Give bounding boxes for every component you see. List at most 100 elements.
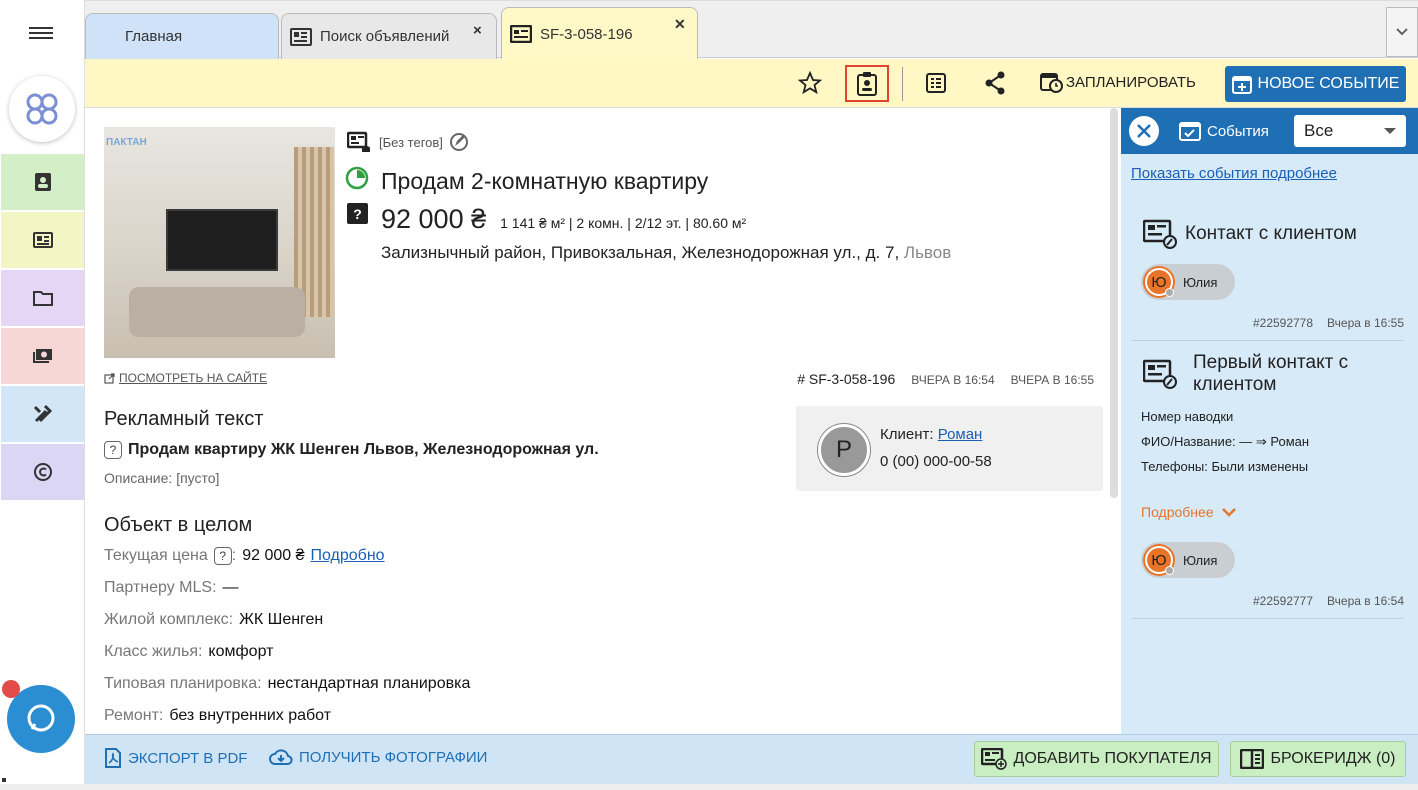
listing-photo[interactable]: ПАКТАН [104, 127, 335, 358]
price-details-link[interactable]: Подробно [310, 547, 384, 565]
event-id: #22592778 [1252, 316, 1314, 330]
new-event-button[interactable]: НОВОЕ СОБЫТИЕ [1225, 66, 1406, 102]
tab-search-close[interactable]: × [473, 22, 482, 39]
row-label: Текущая цена [104, 547, 208, 564]
photo-sofa [129, 287, 305, 337]
client-label-text: Клиент: [880, 426, 934, 443]
user-avatar: Ю [1145, 546, 1174, 575]
row-label: Партнеру MLS: [104, 579, 217, 596]
row-value: ЖК Шенген [239, 611, 324, 628]
cloud-download-icon [269, 748, 299, 766]
calendar-check-icon [1179, 121, 1207, 141]
tab-listing-close[interactable]: ✕ [674, 16, 686, 33]
tab-listing-label: SF-3-058-196 [540, 25, 633, 43]
tab-bar: Главная Поиск объявлений × SF-3-058-196 … [85, 0, 1418, 60]
events-header: События Все [1121, 108, 1418, 154]
brokerage-label: БРОКЕРИДЖ (0) [1270, 750, 1396, 767]
listing-title: Продам 2-комнатную квартиру [381, 168, 709, 194]
user-name: Юлия [1183, 552, 1218, 568]
edit-tags-icon[interactable] [449, 132, 469, 152]
row-mls: Партнеру MLS: — [104, 579, 239, 597]
help-icon[interactable]: ? [104, 441, 122, 459]
close-icon [1136, 123, 1152, 139]
clipboard-icon[interactable] [856, 71, 878, 97]
main-scrollbar[interactable] [1110, 108, 1118, 498]
brokerage-icon [1240, 749, 1270, 769]
row-current-price: Текущая цена ? : 92 000 ₴ Подробно [104, 547, 385, 565]
menu-icon[interactable] [29, 24, 53, 42]
folder-icon [32, 287, 54, 309]
created-time: ВЧЕРА В 16:54 [911, 373, 995, 387]
new-event-label: НОВОЕ СОБЫТИЕ [1257, 75, 1400, 92]
object-heading: Объект в целом [104, 514, 253, 536]
more-details-label: Подробнее [1141, 504, 1214, 520]
events-title-label: События [1207, 122, 1269, 140]
rail-finance[interactable] [1, 328, 84, 384]
row-label: Класс жилья: [104, 643, 203, 660]
row-label: Типовая планировка: [104, 675, 262, 692]
more-details-toggle[interactable]: Подробнее [1141, 504, 1236, 520]
contacts-icon [32, 171, 54, 193]
contact-event-icon [1143, 219, 1177, 249]
app-root: Главная Поиск объявлений × SF-3-058-196 … [0, 0, 1418, 790]
toolbar: ЗАПЛАНИРОВАТЬ НОВОЕ СОБЫТИЕ [85, 59, 1418, 108]
logo-icon[interactable] [9, 76, 75, 142]
client-name-link[interactable]: Роман [938, 426, 983, 443]
user-chip[interactable]: Ю Юлия [1141, 264, 1235, 300]
rail-listings[interactable] [1, 212, 84, 268]
star-icon[interactable] [798, 71, 822, 95]
rail-tools[interactable] [1, 386, 84, 442]
row-layout: Типовая планировка: нестандартная планиро… [104, 675, 470, 693]
row-value: без внутренних работ [169, 707, 332, 724]
share-icon[interactable] [984, 71, 1006, 95]
event-time: Вчера в 16:55 [1327, 316, 1404, 330]
rail-contacts[interactable] [1, 154, 84, 210]
tab-home[interactable]: Главная [85, 13, 279, 59]
close-panel-button[interactable] [1129, 116, 1159, 146]
schedule-button[interactable]: ЗАПЛАНИРОВАТЬ [1040, 71, 1196, 93]
event-title-line-1: Первый контакт с [1193, 352, 1349, 373]
row-label: Ремонт: [104, 707, 164, 724]
add-buyer-icon [981, 748, 1013, 770]
user-avatar-letter: Ю [1151, 551, 1167, 569]
row-class: Класс жилья: комфорт [104, 643, 273, 661]
photo-tv [166, 209, 278, 271]
ref-id: # SF-3-058-196 [797, 371, 896, 387]
rail-copyright[interactable] [1, 444, 84, 500]
events-panel: События Все Показать события подробнее К… [1121, 108, 1418, 734]
tabs-dropdown[interactable] [1386, 7, 1418, 57]
add-buyer-button[interactable]: ДОБАВИТЬ ПОКУПАТЕЛЯ [974, 741, 1219, 777]
calculator-icon[interactable] [926, 73, 946, 93]
rail-folders[interactable] [1, 270, 84, 326]
listing-card-icon [510, 25, 532, 43]
tab-search[interactable]: Поиск объявлений × [281, 13, 497, 59]
help-icon[interactable]: ? [347, 203, 368, 224]
toolbar-divider [902, 67, 903, 101]
client-card: P Клиент: Роман 0 (00) 000-00-58 [796, 406, 1103, 491]
tags-row: [Без тегов] [347, 131, 469, 153]
events-filter-select[interactable]: Все [1294, 115, 1406, 147]
get-photos-button[interactable]: ПОЛУЧИТЬ ФОТОГРАФИИ [269, 748, 487, 766]
pdf-icon [104, 748, 128, 768]
export-pdf-button[interactable]: ЭКСПОРТ В PDF [104, 748, 247, 768]
schedule-label: ЗАПЛАНИРОВАТЬ [1066, 73, 1196, 91]
tab-home-label: Главная [125, 28, 183, 45]
tab-search-label: Поиск объявлений [320, 28, 450, 45]
tab-listing[interactable]: SF-3-058-196 ✕ [501, 7, 698, 60]
listing-price: 92 000 ₴ 1 141 ₴ м² | 2 комн. | 2/12 эт.… [381, 204, 746, 235]
user-chip[interactable]: Ю Юлия [1141, 542, 1235, 578]
help-icon[interactable]: ? [213, 547, 232, 565]
show-events-link[interactable]: Показать события подробнее [1131, 165, 1337, 182]
view-on-site-link[interactable]: ПОСМОТРЕТЬ НА САЙТЕ [104, 371, 267, 385]
client-avatar[interactable]: P [818, 424, 870, 476]
event-title-text: Контакт с клиентом [1185, 223, 1357, 245]
tools-icon [32, 403, 54, 425]
brokerage-button[interactable]: БРОКЕРИДЖ (0) [1230, 741, 1406, 777]
plus-icon [1231, 74, 1258, 94]
address-city[interactable]: Львов [904, 243, 951, 262]
event-divider [1131, 618, 1403, 619]
event-title: Первый контакт с клиентом [1143, 352, 1348, 396]
event-detail-line: ФИО/Название: — ⇒ Роман [1141, 434, 1310, 449]
bottom-bar: ЭКСПОРТ В PDF ПОЛУЧИТЬ ФОТОГРАФИИ ДОБАВИ… [85, 734, 1418, 784]
tags-label: [Без тегов] [379, 134, 443, 150]
